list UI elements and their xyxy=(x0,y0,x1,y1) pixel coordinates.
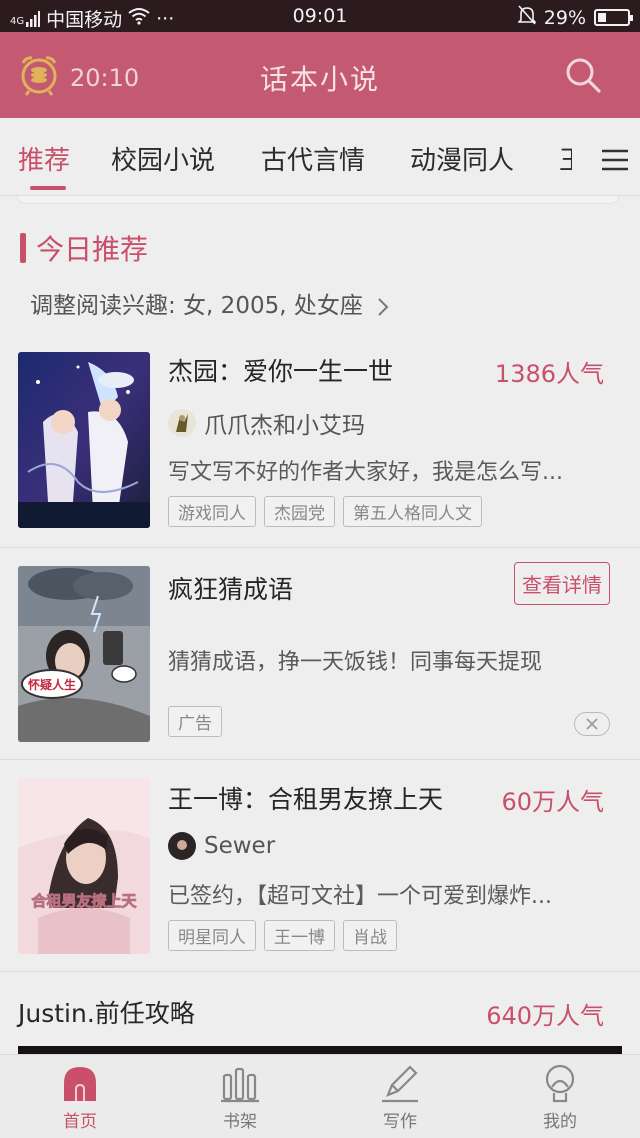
chevron-right-icon xyxy=(370,293,390,319)
list-item[interactable]: Justin.前任攻略 640万人气 xyxy=(0,972,640,1054)
bookshelf-icon xyxy=(221,1067,259,1103)
adjust-interest-link[interactable]: 调整阅读兴趣: 女, 2005, 处女座 xyxy=(30,286,390,320)
author-name: Sewer xyxy=(204,833,276,859)
avatar xyxy=(168,832,196,860)
book-title[interactable]: 杰园：爱你一生一世 xyxy=(168,352,393,388)
battery-icon xyxy=(594,9,633,26)
tag[interactable]: 王一博 xyxy=(264,920,335,951)
app-title: 话本小说 xyxy=(259,63,380,96)
nav-profile[interactable]: 我的 xyxy=(480,1063,640,1132)
nav-write[interactable]: 写作 xyxy=(320,1063,480,1132)
tag[interactable]: 杰园党 xyxy=(264,496,335,527)
close-icon xyxy=(586,718,598,730)
status-bar: 4G 中国移动 ··· 09:01 29% xyxy=(0,0,640,32)
bell-muted-icon xyxy=(516,5,537,30)
ad-cover-text: 怀疑人生 xyxy=(28,677,76,692)
ad-item[interactable]: 怀疑人生 疯狂猜成语 查看详情 猜猜成语，挣一天饭钱！同事每天提现 广告 xyxy=(0,548,640,760)
list-item[interactable]: 杰园：爱你一生一世 1386人气 爪爪杰和小艾玛 写文写不好的作者大家好，我是怎… xyxy=(0,336,640,548)
list-item[interactable]: 合租男友撩上天 王一博：合租男友撩上天 60万人气 Sewer 已签约，【超可文… xyxy=(0,760,640,972)
book-cover[interactable] xyxy=(18,352,150,528)
tag[interactable]: 第五人格同人文 xyxy=(343,496,482,527)
section-bar xyxy=(20,233,26,263)
previous-card-edge xyxy=(16,196,620,204)
battery-percent: 29% xyxy=(543,6,586,29)
book-cover[interactable]: 合租男友撩上天 xyxy=(18,778,150,954)
menu-icon xyxy=(602,149,628,171)
tab-anime-fanfic[interactable]: 动漫同人 xyxy=(410,140,514,177)
pen-icon xyxy=(382,1065,418,1103)
search-icon xyxy=(566,58,601,93)
tag[interactable]: 游戏同人 xyxy=(168,496,256,527)
author[interactable]: 爪爪杰和小艾玛 xyxy=(168,406,365,440)
active-tab-indicator xyxy=(30,186,66,190)
book-title[interactable]: Justin.前任攻略 xyxy=(18,994,195,1030)
nav-bookshelf[interactable]: 书架 xyxy=(160,1063,320,1132)
book-description: 已签约，【超可文社】一个可爱到爆炸... xyxy=(168,884,552,909)
popularity: 640万人气 xyxy=(486,1002,604,1030)
banner-image[interactable] xyxy=(18,1046,622,1054)
popularity: 60万人气 xyxy=(501,788,604,816)
app-header: 20:10 话本小说 xyxy=(0,32,640,118)
tab-campus[interactable]: 校园小说 xyxy=(111,140,215,177)
ad-cover[interactable]: 怀疑人生 xyxy=(18,566,150,742)
section-header: 今日推荐 xyxy=(20,228,148,268)
home-icon xyxy=(64,1067,96,1101)
nav-label: 我的 xyxy=(543,1112,577,1132)
avatar xyxy=(168,409,196,437)
nav-label: 写作 xyxy=(383,1112,417,1132)
book-description: 写文写不好的作者大家好，我是怎么写... xyxy=(168,460,563,485)
tag[interactable]: 肖战 xyxy=(343,920,397,951)
cover-title-text: 合租男友撩上天 xyxy=(30,892,137,910)
nav-label: 首页 xyxy=(63,1112,97,1132)
view-details-button[interactable]: 查看详情 xyxy=(514,562,610,605)
category-tabs: 推荐 校园小说 古代言情 动漫同人 王 xyxy=(0,118,640,196)
close-ad-button[interactable] xyxy=(574,712,610,736)
section-title: 今日推荐 xyxy=(36,233,149,266)
nav-home[interactable]: 首页 xyxy=(0,1063,160,1132)
author[interactable]: Sewer xyxy=(168,832,275,860)
profile-icon xyxy=(545,1064,575,1103)
ad-label: 广告 xyxy=(168,706,222,737)
bottom-navigation: 首页 书架 写作 我的 xyxy=(0,1054,640,1138)
tag[interactable]: 明星同人 xyxy=(168,920,256,951)
tab-ancient-romance[interactable]: 古代言情 xyxy=(261,140,365,177)
interest-text: 调整阅读兴趣: 女, 2005, 处女座 xyxy=(30,293,363,319)
ad-title[interactable]: 疯狂猜成语 xyxy=(168,570,293,606)
popularity: 1386人气 xyxy=(494,360,604,388)
tab-menu-button[interactable] xyxy=(572,142,630,178)
author-name: 爪爪杰和小艾玛 xyxy=(204,413,365,439)
ad-description: 猜猜成语，挣一天饭钱！同事每天提现 xyxy=(168,650,543,675)
content-feed[interactable]: 今日推荐 调整阅读兴趣: 女, 2005, 处女座 杰园：爱你一生一世 1386… xyxy=(0,196,640,1054)
tab-recommend[interactable]: 推荐 xyxy=(18,140,70,177)
nav-label: 书架 xyxy=(223,1112,257,1132)
book-title[interactable]: 王一博：合租男友撩上天 xyxy=(168,780,443,816)
ad-tag-list: 广告 xyxy=(168,706,222,737)
tag-list: 明星同人 王一博 肖战 xyxy=(168,920,397,951)
tag-list: 游戏同人 杰园党 第五人格同人文 xyxy=(168,496,482,527)
search-button[interactable] xyxy=(564,56,602,98)
